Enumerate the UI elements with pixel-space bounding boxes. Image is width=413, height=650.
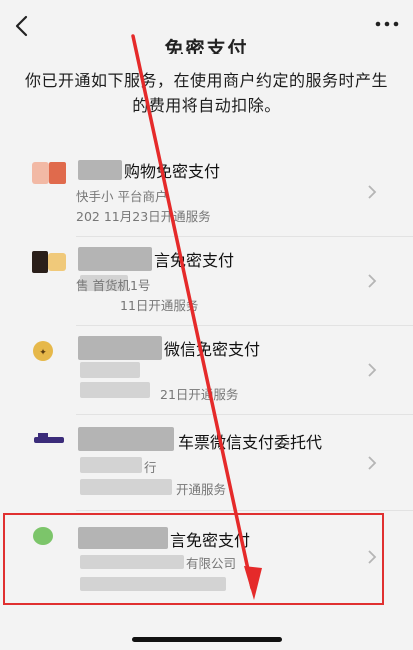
merchant-logo-icon: ✦ [33, 341, 53, 361]
merchant-logo-icon [32, 251, 66, 273]
blurred-region [80, 382, 150, 398]
highlight-box [3, 513, 384, 605]
service-date: 202 11月23日开通服务 [76, 209, 211, 224]
chevron-right-icon [368, 456, 377, 470]
payment-settings-page: 免密支付 你已开通如下服务，在使用商户约定的服务时产生的费用将自动扣除。 购物免… [0, 0, 413, 650]
more-dots-icon[interactable] [373, 18, 401, 30]
blurred-region [80, 457, 142, 473]
service-item-4[interactable]: 车票微信支付委托代 行 开通服务 [0, 415, 413, 511]
chevron-right-icon [368, 274, 377, 288]
svg-text:✦: ✦ [39, 348, 47, 358]
home-indicator [132, 637, 282, 642]
blurred-region [78, 247, 152, 271]
service-name: 车票微信支付委托代 [178, 433, 323, 452]
service-item-1[interactable]: 购物免密支付 快手小 平台商户 202 11月23日开通服务 [0, 148, 413, 237]
service-name: 微信免密支付 [164, 340, 261, 359]
service-item-2[interactable]: 言免密支付 售 首货机1号 11日开通服务 [0, 237, 413, 326]
blurred-region [78, 160, 122, 180]
merchant-logo-icon [32, 162, 66, 184]
blurred-region [80, 479, 172, 495]
service-description: 你已开通如下服务，在使用商户约定的服务时产生的费用将自动扣除。 [24, 71, 388, 115]
service-name: 购物免密支付 [124, 162, 221, 181]
service-item-3[interactable]: ✦ 微信免密支付 21日开通服务 [0, 326, 413, 415]
service-merchant: 快手小 平台商户 [76, 189, 168, 204]
chevron-right-icon [368, 185, 377, 199]
blurred-region [78, 336, 162, 360]
service-date: 21日开通服务 [160, 387, 239, 402]
service-date: 开通服务 [176, 482, 227, 497]
blurred-region [78, 427, 174, 451]
service-date: 11日开通服务 [120, 298, 199, 313]
chevron-right-icon [368, 363, 377, 377]
blurred-region [80, 362, 140, 378]
service-name: 言免密支付 [154, 251, 235, 270]
merchant-logo-icon [34, 433, 64, 443]
service-merchant: 行 [144, 460, 157, 475]
service-merchant: 售 首货机1号 [76, 278, 151, 293]
page-title: 免密支付 [164, 38, 249, 54]
